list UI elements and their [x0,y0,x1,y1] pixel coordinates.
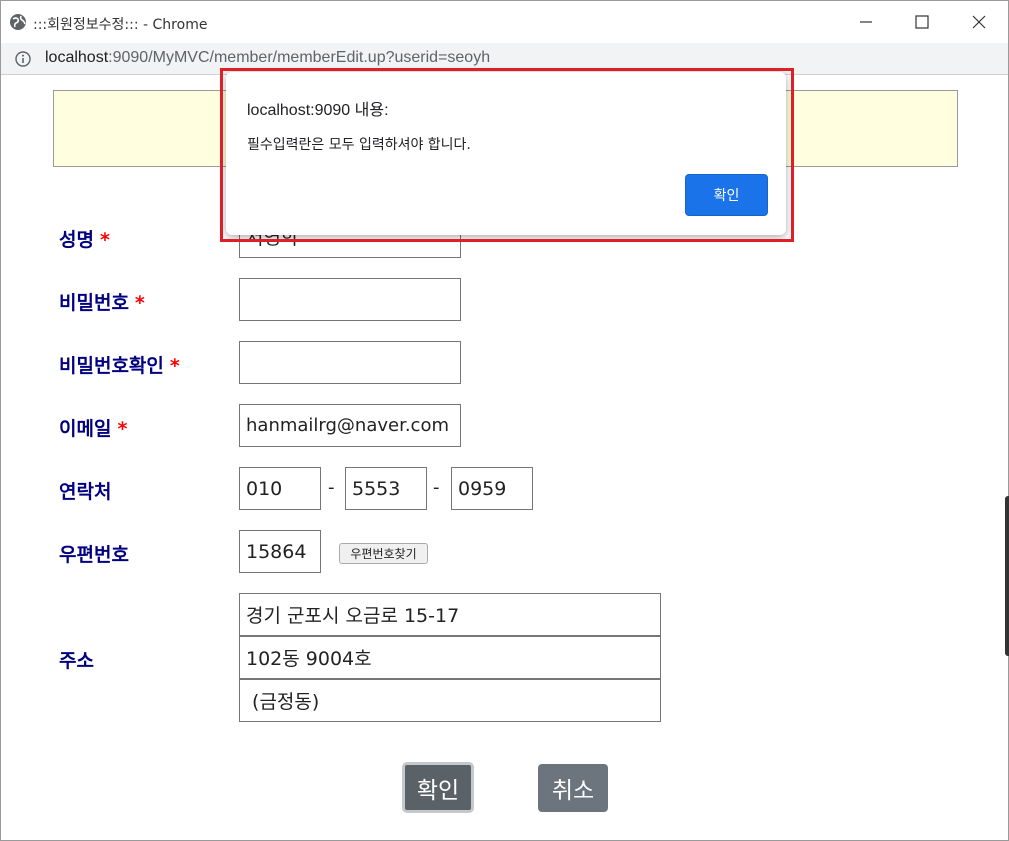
password-field[interactable] [239,278,461,321]
dialog-title: localhost:9090 내용: [247,102,389,119]
globe-icon [10,14,26,30]
phone-part1-field[interactable]: 010 [239,467,321,510]
address-line3-value: (금정동) [246,691,320,713]
maximize-icon [915,15,929,29]
postcode-label: 우편번호 [59,544,129,566]
phone-label: 연락처 [59,481,112,503]
close-button[interactable] [956,5,1002,39]
address-bar[interactable]: localhost:9090/MyMVC/member/memberEdit.u… [1,43,1008,75]
postcode-field[interactable]: 15864 [239,530,321,573]
url-text[interactable]: localhost:9090/MyMVC/member/memberEdit.u… [45,49,490,67]
phone-separator: - [328,477,335,498]
phone-part1-value: 010 [246,477,283,500]
info-icon[interactable] [15,51,31,67]
close-icon [972,15,986,29]
phone-part2-field[interactable]: 5553 [345,467,427,510]
phone-separator: - [433,477,440,498]
url-path: :9090/MyMVC/member/memberEdit.up?userid=… [108,49,491,66]
submit-button[interactable]: 확인 [402,762,474,813]
address-line3-field[interactable]: (금정동) [239,679,661,722]
postcode-value: 15864 [246,540,307,563]
address-label: 주소 [59,650,94,672]
address-line1-value: 경기 군포시 오금로 15-17 [246,605,460,627]
address-line2-value: 102동 9004호 [246,648,372,670]
phone-part3-field[interactable]: 0959 [451,467,533,510]
email-field[interactable]: hanmailrg@naver.com [239,404,461,447]
required-mark: * [169,355,180,377]
phone-part3-value: 0959 [458,477,507,500]
address-line2-field[interactable]: 102동 9004호 [239,636,661,679]
browser-window: :::회원정보수정::: - Chrome localhost:9090/MyM… [0,0,1009,841]
required-mark: * [117,418,128,440]
alert-dialog: localhost:9090 내용: 필수입력란은 모두 입력하셔야 합니다. … [226,72,786,235]
password-confirm-field[interactable] [239,341,461,384]
scroll-edge [1005,496,1009,656]
minimize-button[interactable] [843,5,889,39]
postcode-search-button[interactable]: 우편번호찾기 [339,543,428,564]
required-mark: * [134,292,145,314]
password-label: 비밀번호 * [59,292,145,314]
address-line1-field[interactable]: 경기 군포시 오금로 15-17 [239,593,661,636]
password-confirm-label: 비밀번호확인 * [59,355,180,377]
maximize-button[interactable] [899,5,945,39]
name-label: 성명 * [59,229,110,251]
cancel-button[interactable]: 취소 [538,764,608,812]
email-value: hanmailrg@naver.com [246,415,450,436]
email-label: 이메일 * [59,418,128,440]
minimize-icon [860,21,872,23]
window-title: :::회원정보수정::: - Chrome [33,17,208,33]
required-mark: * [99,229,110,251]
title-bar: :::회원정보수정::: - Chrome [1,1,1008,43]
phone-part2-value: 5553 [352,477,401,500]
dialog-message: 필수입력란은 모두 입력하셔야 합니다. [247,137,471,153]
url-host: localhost [45,49,109,66]
dialog-ok-button[interactable]: 확인 [685,174,768,216]
